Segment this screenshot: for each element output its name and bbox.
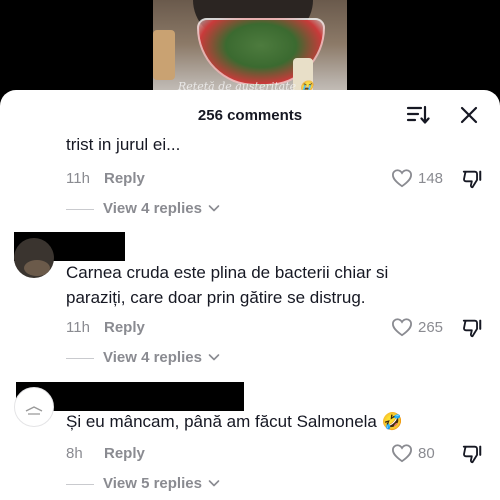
like-count: 148 [418, 170, 444, 187]
close-icon [460, 106, 478, 124]
comment-time: 8h [66, 445, 83, 462]
view-replies-label[interactable]: View 4 replies [103, 200, 202, 217]
view-replies[interactable]: View 4 replies [66, 199, 236, 219]
heart-outline-icon[interactable] [391, 317, 413, 337]
replies-divider [66, 209, 94, 210]
comment-text: trist in jurul ei... [66, 132, 180, 157]
avatar-logo-icon [25, 406, 43, 415]
chevron-down-icon [208, 354, 220, 361]
heart-outline-icon[interactable] [391, 443, 413, 463]
view-replies[interactable]: View 4 replies [66, 348, 236, 368]
like-count: 265 [418, 319, 444, 336]
comment-line: trist in jurul ei... [66, 135, 181, 154]
view-replies-label[interactable]: View 5 replies [103, 475, 202, 492]
avatar[interactable] [14, 238, 54, 278]
comment-time: 11h [66, 319, 90, 336]
reply-button[interactable]: Reply [104, 445, 145, 462]
comment-meta: 11h Reply 148 [66, 168, 486, 190]
close-button[interactable] [458, 104, 480, 126]
comment-meta: 8h Reply 80 [66, 443, 486, 465]
replies-divider [66, 358, 94, 359]
comment-time: 11h [66, 170, 90, 187]
sort-icon [406, 105, 430, 124]
dislike-icon[interactable] [461, 443, 483, 465]
replies-divider [66, 484, 94, 485]
reply-button[interactable]: Reply [104, 319, 145, 336]
dislike-icon[interactable] [461, 317, 483, 339]
comments-sheet: 256 comments trist in jurul ei... 11h Re… [0, 90, 500, 500]
heart-outline-icon[interactable] [391, 168, 413, 188]
comment-meta: 11h Reply 265 [66, 317, 486, 339]
video-cup [153, 30, 175, 80]
view-replies-label[interactable]: View 4 replies [103, 349, 202, 366]
reply-button[interactable]: Reply [104, 170, 145, 187]
avatar-photo-detail [24, 260, 50, 276]
comment-line: Carnea cruda este plina de bacterii chia… [66, 263, 389, 282]
sort-button[interactable] [406, 104, 430, 126]
view-replies[interactable]: View 5 replies [66, 474, 236, 494]
dislike-icon[interactable] [461, 168, 483, 190]
comment-line: Și eu mâncam, până am făcut Salmonela 🤣 [66, 412, 403, 431]
comment-line: paraziți, care doar prin gătire se distr… [66, 288, 366, 307]
comment-text: Carnea cruda este plina de bacterii chia… [66, 260, 388, 310]
chevron-down-icon [208, 205, 220, 212]
comment-text: Și eu mâncam, până am făcut Salmonela 🤣 [66, 409, 403, 434]
chevron-down-icon [208, 480, 220, 487]
avatar[interactable] [14, 387, 54, 427]
like-count: 80 [418, 445, 435, 462]
